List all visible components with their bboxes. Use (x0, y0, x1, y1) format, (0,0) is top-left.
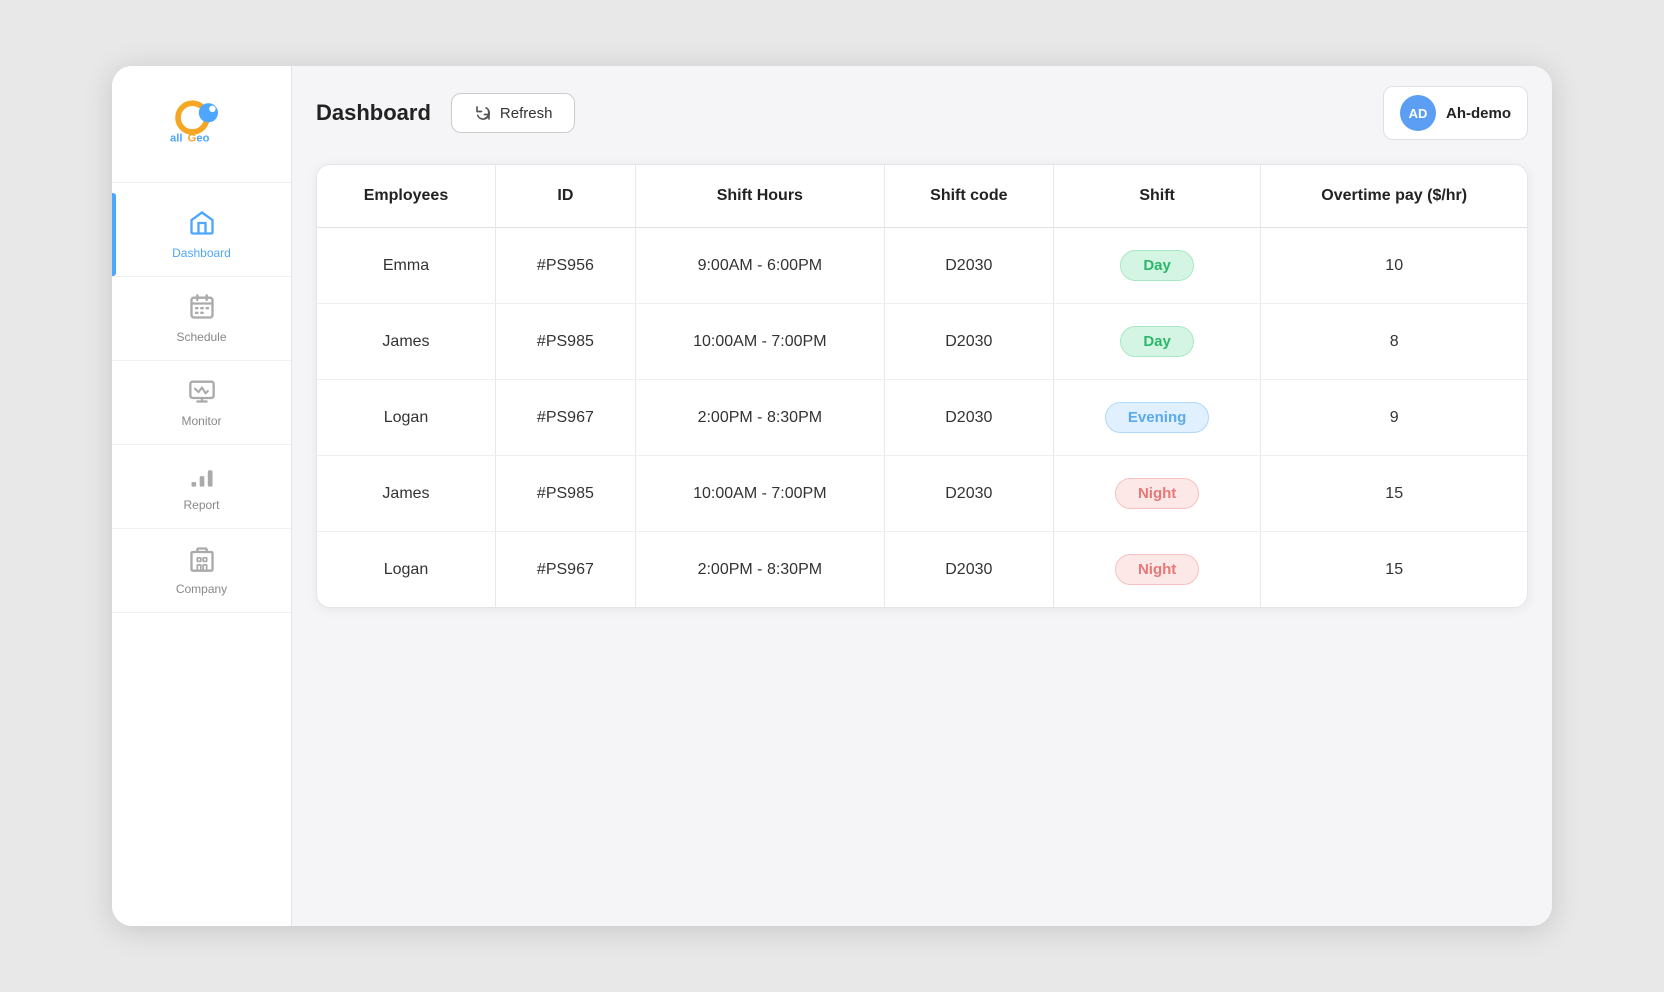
app-container: all G eo Dashboard (112, 66, 1552, 926)
cell-id: #PS956 (495, 228, 635, 304)
top-bar-left: Dashboard Refresh (316, 93, 575, 133)
nav-menu: Dashboard Schedule (112, 183, 291, 613)
cell-hours: 2:00PM - 8:30PM (635, 532, 884, 608)
schedule-icon (188, 293, 216, 326)
avatar: AD (1400, 95, 1436, 131)
cell-shift: Night (1053, 456, 1261, 532)
cell-hours: 10:00AM - 7:00PM (635, 456, 884, 532)
sidebar-item-dashboard[interactable]: Dashboard (112, 193, 291, 277)
sidebar-item-dashboard-label: Dashboard (172, 246, 231, 260)
sidebar-item-report-label: Report (183, 498, 219, 512)
cell-shift-code: D2030 (884, 456, 1053, 532)
shift-badge: Night (1115, 478, 1199, 509)
col-shift-hours: Shift Hours (635, 165, 884, 228)
sidebar-item-schedule-label: Schedule (176, 330, 226, 344)
cell-employee: Logan (317, 532, 495, 608)
sidebar-item-company[interactable]: Company (112, 529, 291, 613)
user-name: Ah-demo (1446, 105, 1511, 122)
cell-employee: Emma (317, 228, 495, 304)
table-body: Emma #PS956 9:00AM - 6:00PM D2030 Day 10… (317, 228, 1527, 608)
cell-id: #PS985 (495, 304, 635, 380)
cell-shift: Evening (1053, 380, 1261, 456)
svg-text:all: all (170, 133, 182, 145)
cell-id: #PS967 (495, 380, 635, 456)
allgeo-logo: all G eo (162, 94, 242, 154)
table-row: James #PS985 10:00AM - 7:00PM D2030 Nigh… (317, 456, 1527, 532)
refresh-button[interactable]: Refresh (451, 93, 576, 133)
cell-overtime: 15 (1261, 456, 1527, 532)
page-title: Dashboard (316, 100, 431, 126)
company-icon (188, 545, 216, 578)
cell-employee: Logan (317, 380, 495, 456)
cell-shift: Day (1053, 228, 1261, 304)
col-shift-code: Shift code (884, 165, 1053, 228)
svg-text:G: G (187, 133, 196, 145)
cell-shift: Day (1053, 304, 1261, 380)
table-header-row: Employees ID Shift Hours Shift code Shif… (317, 165, 1527, 228)
cell-shift-code: D2030 (884, 228, 1053, 304)
cell-employee: James (317, 304, 495, 380)
schedule-table-container: Employees ID Shift Hours Shift code Shif… (316, 164, 1528, 608)
cell-shift: Night (1053, 532, 1261, 608)
table-row: Logan #PS967 2:00PM - 8:30PM D2030 Eveni… (317, 380, 1527, 456)
dashboard-icon (188, 209, 216, 242)
table-row: James #PS985 10:00AM - 7:00PM D2030 Day … (317, 304, 1527, 380)
schedule-table: Employees ID Shift Hours Shift code Shif… (317, 165, 1527, 607)
cell-overtime: 9 (1261, 380, 1527, 456)
logo-area: all G eo (112, 66, 291, 183)
refresh-label: Refresh (500, 105, 553, 122)
top-bar: Dashboard Refresh AD Ah-demo (316, 86, 1528, 140)
sidebar: all G eo Dashboard (112, 66, 292, 926)
refresh-icon (474, 104, 492, 122)
col-employees: Employees (317, 165, 495, 228)
sidebar-item-monitor-label: Monitor (181, 414, 221, 428)
cell-hours: 10:00AM - 7:00PM (635, 304, 884, 380)
user-area[interactable]: AD Ah-demo (1383, 86, 1528, 140)
cell-employee: James (317, 456, 495, 532)
monitor-icon (188, 377, 216, 410)
cell-overtime: 8 (1261, 304, 1527, 380)
cell-shift-code: D2030 (884, 532, 1053, 608)
col-overtime: Overtime pay ($/hr) (1261, 165, 1527, 228)
col-shift: Shift (1053, 165, 1261, 228)
sidebar-item-schedule[interactable]: Schedule (112, 277, 291, 361)
svg-text:eo: eo (196, 133, 209, 145)
cell-hours: 2:00PM - 8:30PM (635, 380, 884, 456)
sidebar-item-company-label: Company (176, 582, 227, 596)
shift-badge: Day (1120, 326, 1194, 357)
table-row: Emma #PS956 9:00AM - 6:00PM D2030 Day 10 (317, 228, 1527, 304)
sidebar-item-report[interactable]: Report (112, 445, 291, 529)
col-id: ID (495, 165, 635, 228)
main-content: Dashboard Refresh AD Ah-demo (292, 66, 1552, 926)
cell-overtime: 10 (1261, 228, 1527, 304)
cell-id: #PS985 (495, 456, 635, 532)
shift-badge: Evening (1105, 402, 1209, 433)
cell-shift-code: D2030 (884, 380, 1053, 456)
shift-badge: Night (1115, 554, 1199, 585)
cell-overtime: 15 (1261, 532, 1527, 608)
sidebar-item-monitor[interactable]: Monitor (112, 361, 291, 445)
report-icon (188, 461, 216, 494)
table-row: Logan #PS967 2:00PM - 8:30PM D2030 Night… (317, 532, 1527, 608)
shift-badge: Day (1120, 250, 1194, 281)
cell-id: #PS967 (495, 532, 635, 608)
cell-hours: 9:00AM - 6:00PM (635, 228, 884, 304)
cell-shift-code: D2030 (884, 304, 1053, 380)
